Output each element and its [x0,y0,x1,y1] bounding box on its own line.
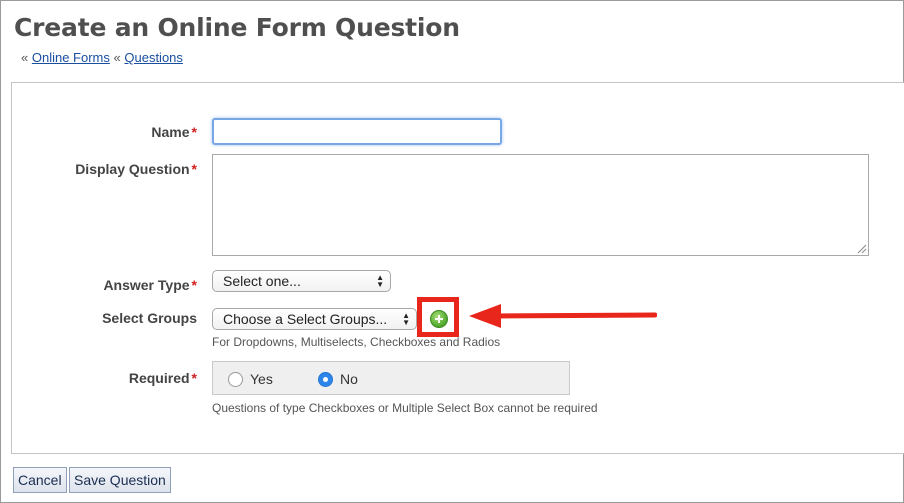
required-yes-label[interactable]: Yes [250,371,273,387]
answer-type-label: Answer Type * [11,277,197,293]
required-asterisk: * [191,370,197,386]
answer-type-select[interactable]: Select one... ▲ ▼ [212,270,391,292]
answer-type-label-text: Answer Type [103,277,190,293]
select-groups-help-text: For Dropdowns, Multiselects, Checkboxes … [212,335,501,349]
display-question-textarea[interactable] [212,154,869,256]
select-groups-select[interactable]: Choose a Select Groups... ▲ ▼ [212,308,417,330]
red-arrow-icon [469,304,657,328]
save-question-button[interactable]: Save Question [69,467,171,493]
select-groups-label-text: Select Groups [102,310,197,326]
breadcrumb-link-questions[interactable]: Questions [124,50,183,65]
required-no-label[interactable]: No [340,371,358,387]
display-question-label: Display Question * [11,161,197,177]
select-arrows-icon: ▲ ▼ [376,273,384,289]
required-radio-group: Yes No [212,361,570,395]
select-groups-label: Select Groups [11,310,197,326]
breadcrumb-separator: « [21,50,29,65]
breadcrumb: « Online Forms « Questions [21,50,183,65]
highlight-box [417,297,459,337]
breadcrumb-separator: « [113,50,121,65]
required-label-text: Required [128,370,190,386]
required-yes-radio[interactable] [228,372,243,387]
display-question-label-text: Display Question [75,161,190,177]
answer-type-selected-value: Select one... [223,273,301,289]
select-groups-selected-value: Choose a Select Groups... [223,311,388,327]
name-input[interactable] [212,118,502,145]
breadcrumb-link-online-forms[interactable]: Online Forms [32,50,110,65]
required-no-radio[interactable] [318,372,333,387]
resize-grip-icon[interactable] [856,243,867,254]
page: Create an Online Form Question « Online … [0,0,904,503]
name-label: Name * [11,124,197,140]
required-asterisk: * [191,124,197,140]
required-label: Required * [11,370,197,386]
page-title: Create an Online Form Question [14,13,460,42]
required-asterisk: * [191,161,197,177]
cancel-button[interactable]: Cancel [13,467,67,493]
select-arrows-icon: ▲ ▼ [402,311,410,327]
required-help-text: Questions of type Checkboxes or Multiple… [212,401,598,415]
name-label-text: Name [151,124,190,140]
required-asterisk: * [191,277,197,293]
